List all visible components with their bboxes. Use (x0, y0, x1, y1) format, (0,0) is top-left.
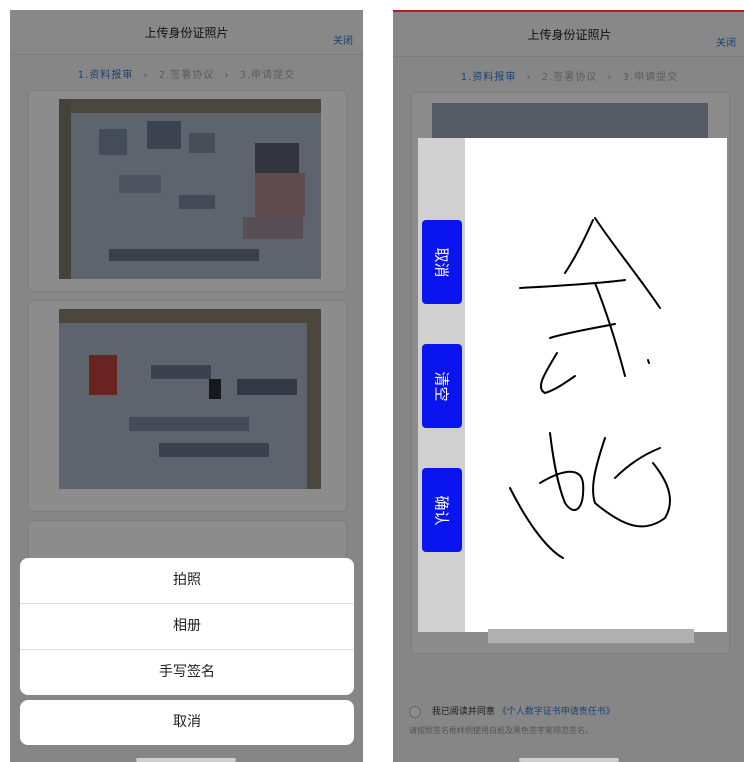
action-sheet-cancel-button[interactable]: 取消 (20, 700, 354, 745)
blurred-strip (488, 629, 694, 643)
handwrite-signature-option[interactable]: 手写签名 (20, 650, 354, 695)
action-sheet-cancel-group: 取消 (20, 700, 354, 745)
signature-clear-label: 清空 (432, 370, 451, 402)
signature-confirm-button[interactable]: 确认 (422, 468, 462, 552)
left-phone-screen: 上传身份证照片 关闭 1.资料报审 › 2.签署协议 › 3.申请提交 拍照 相… (10, 10, 363, 762)
album-option[interactable]: 相册 (20, 604, 354, 650)
signature-pad-modal: 取消 清空 确认 (418, 138, 727, 632)
signature-cancel-button[interactable]: 取消 (422, 220, 462, 304)
handwritten-signature (509, 217, 671, 559)
signature-cancel-label: 取消 (432, 246, 451, 278)
signature-clear-button[interactable]: 清空 (422, 344, 462, 428)
signature-confirm-label: 确认 (432, 494, 451, 526)
right-phone-screen: 上传身份证照片 关闭 1.资料报审 › 2.签署协议 › 3.申请提交 我已阅读… (393, 10, 744, 762)
action-sheet: 拍照 相册 手写签名 (20, 558, 354, 695)
signature-canvas[interactable] (465, 138, 727, 632)
signature-toolbar: 取消 清空 确认 (418, 138, 465, 632)
home-indicator (136, 758, 236, 762)
home-indicator (519, 758, 619, 762)
take-photo-option[interactable]: 拍照 (20, 558, 354, 604)
